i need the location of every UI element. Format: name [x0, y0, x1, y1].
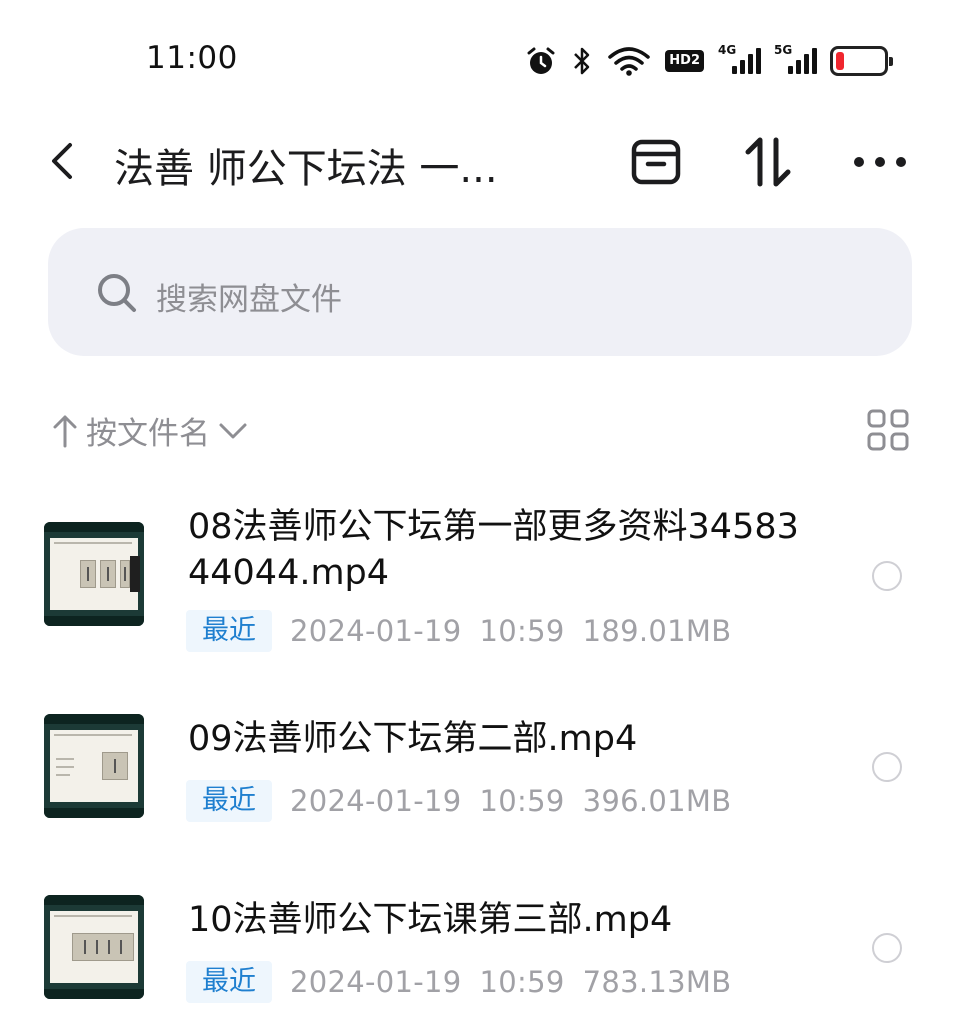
bluetooth-icon: [574, 47, 590, 75]
alarm-icon: [527, 47, 555, 74]
sort-order-button[interactable]: [740, 134, 796, 190]
file-date: 2024-01-19: [290, 784, 462, 818]
file-size: 396.01MB: [582, 784, 732, 818]
box-icon: [631, 139, 681, 185]
file-name: 08法善师公下坛第一部更多资料3458344044.mp4: [188, 507, 799, 593]
file-time: 10:59: [479, 784, 565, 818]
file-list-item[interactable]: 08法善师公下坛第一部更多资料3458344044.mp4 最近 2024-01…: [0, 500, 960, 660]
chevron-down-icon: [219, 423, 247, 438]
file-meta: 最近 2024-01-19 10:59 189.01MB: [186, 610, 731, 652]
video-thumbnail: [44, 522, 144, 626]
status-icons: HD2 4G 5G: [525, 44, 893, 78]
signal-5g-icon: 5G: [774, 44, 817, 76]
sort-bar: 按文件名: [0, 400, 960, 460]
wifi-icon: [608, 47, 651, 76]
file-time: 10:59: [479, 965, 565, 999]
search-icon: [98, 274, 136, 312]
more-options-button[interactable]: [852, 134, 908, 190]
hd-voice-badge: HD2: [665, 50, 704, 72]
file-date: 2024-01-19: [290, 965, 462, 999]
signal-4g-icon: 4G: [718, 44, 761, 76]
back-arrow-icon: [52, 143, 72, 179]
sort-label: 按文件名: [86, 416, 210, 452]
file-meta: 最近 2024-01-19 10:59 396.01MB: [186, 780, 731, 822]
select-radio[interactable]: [872, 561, 902, 591]
grid-view-button[interactable]: [866, 408, 910, 452]
select-radio[interactable]: [872, 933, 902, 963]
grid-view-icon: [867, 409, 909, 451]
arrow-up-icon: [53, 415, 77, 447]
file-time: 10:59: [479, 614, 565, 648]
search-placeholder: 搜索网盘文件: [156, 282, 342, 318]
file-name: 09法善师公下坛第二部.mp4: [188, 719, 638, 759]
video-thumbnail: [44, 895, 144, 999]
recent-badge: 最近: [186, 961, 272, 1003]
sort-arrows-icon: [745, 137, 791, 187]
status-time: 11:00: [146, 40, 238, 76]
recent-badge: 最近: [186, 610, 272, 652]
back-button[interactable]: [42, 140, 82, 182]
recent-badge: 最近: [186, 780, 272, 822]
file-list-item[interactable]: 10法善师公下坛课第三部.mp4 最近 2024-01-19 10:59 783…: [0, 893, 960, 1003]
file-name: 10法善师公下坛课第三部.mp4: [188, 900, 673, 940]
file-size: 189.01MB: [582, 614, 732, 648]
sort-by-name-toggle[interactable]: 按文件名: [52, 408, 248, 453]
more-icon: [854, 157, 906, 167]
select-mode-button[interactable]: [628, 134, 684, 190]
battery-icon: [830, 46, 893, 76]
status-bar: 11:00 HD2 4G 5G: [0, 0, 960, 110]
top-app-bar: 法善 师公下坛法 一...: [0, 120, 960, 200]
select-radio[interactable]: [872, 752, 902, 782]
file-list-item[interactable]: 09法善师公下坛第二部.mp4 最近 2024-01-19 10:59 396.…: [0, 712, 960, 822]
file-meta: 最近 2024-01-19 10:59 783.13MB: [186, 961, 731, 1003]
battery-level: [836, 52, 844, 70]
file-date: 2024-01-19: [290, 614, 462, 648]
file-size: 783.13MB: [582, 965, 732, 999]
folder-title: 法善 师公下坛法 一...: [114, 146, 498, 192]
video-thumbnail: [44, 714, 144, 818]
